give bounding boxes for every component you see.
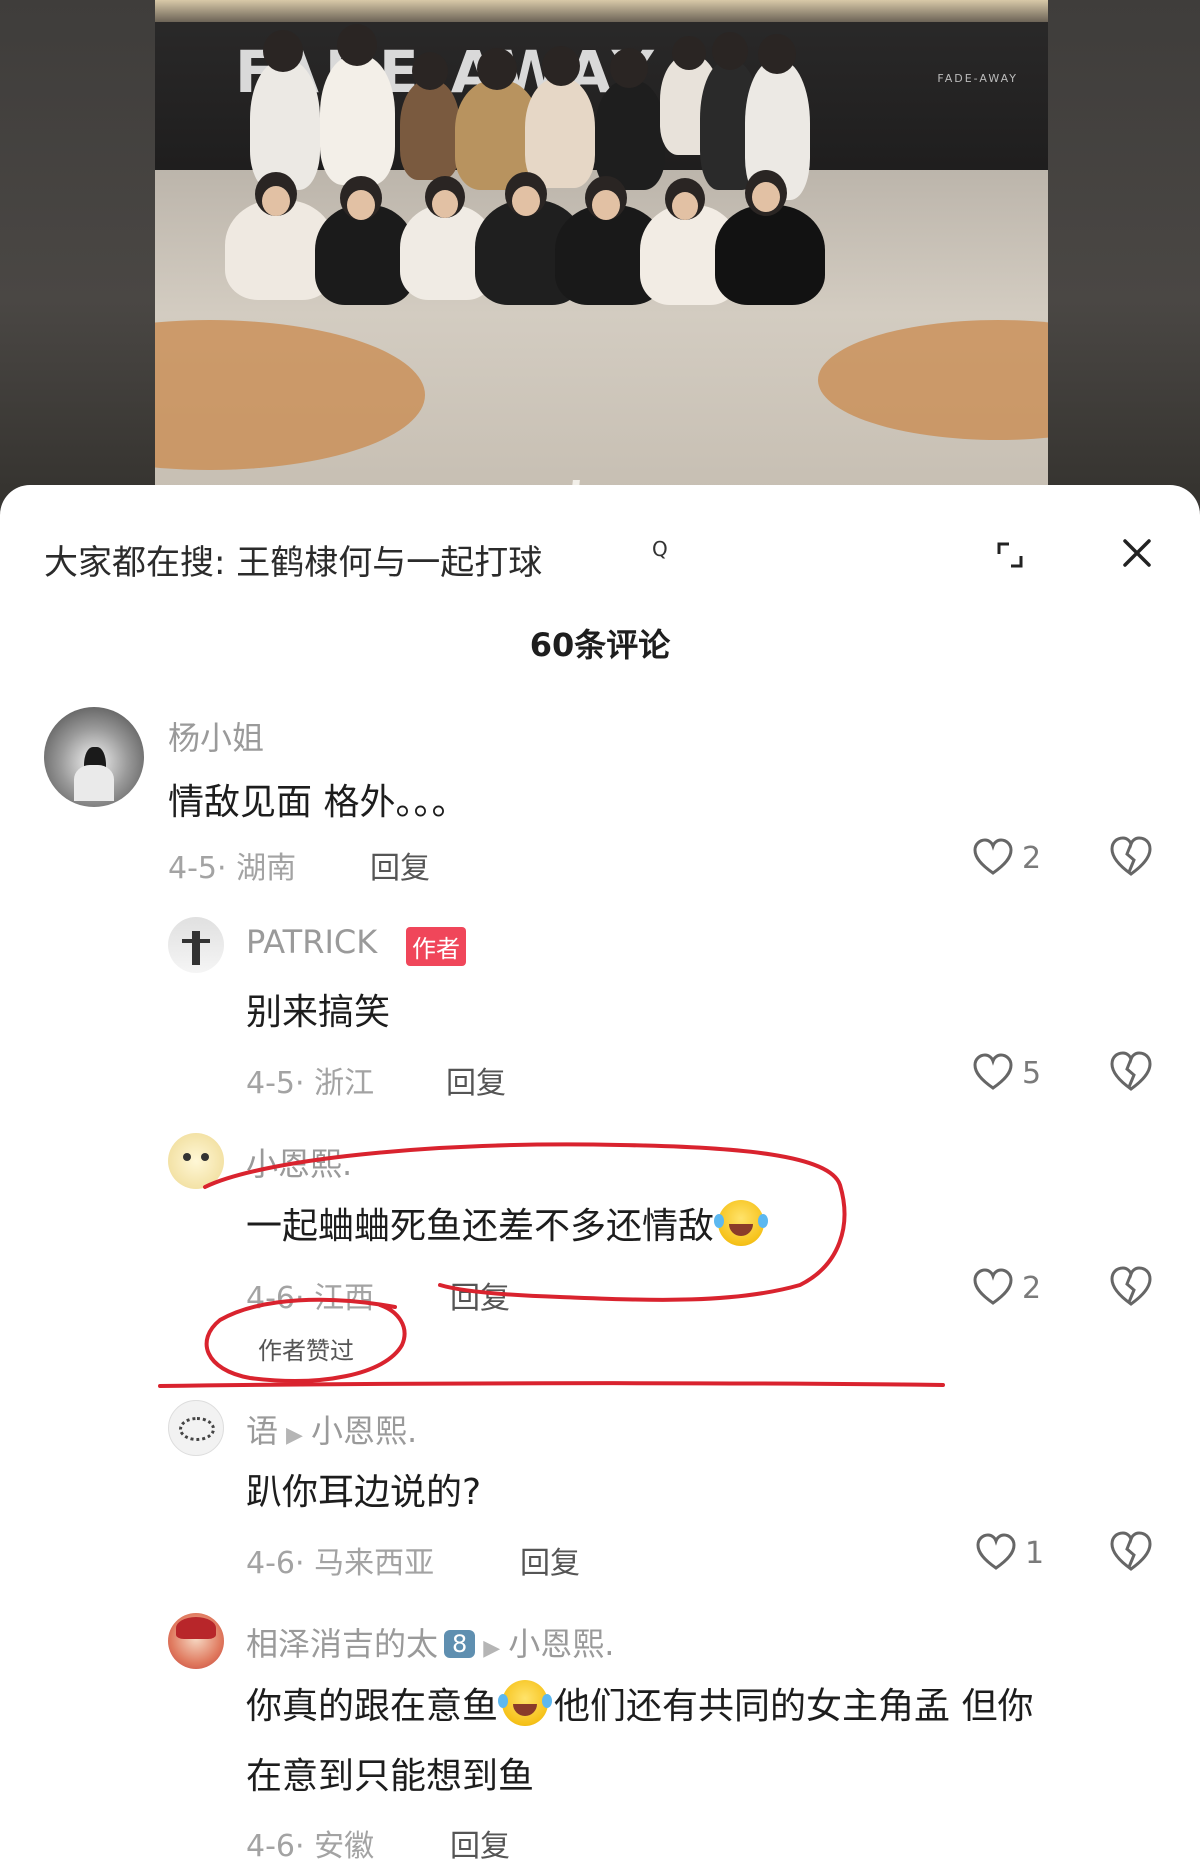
wall-logo-small: FADE-AWAY <box>937 72 1018 85</box>
avatar[interactable] <box>168 1613 224 1669</box>
comment-body: 情敌见面 格外。。。 <box>168 782 468 823</box>
reply-target-name[interactable]: 小恩熙. <box>508 1625 614 1663</box>
heart-icon <box>973 1268 1013 1305</box>
reply-arrow-icon: ▶ <box>483 1636 501 1661</box>
comment-author[interactable]: 小恩熙. <box>246 1139 352 1185</box>
like-button[interactable]: 2 <box>972 837 1041 879</box>
close-icon[interactable] <box>1117 533 1157 573</box>
avatar[interactable] <box>44 707 144 807</box>
avatar[interactable] <box>168 917 224 973</box>
like-count: 1 <box>1025 1535 1045 1571</box>
like-count: 2 <box>1022 1270 1042 1306</box>
reply-button[interactable]: 回复 <box>370 843 430 887</box>
comment-body: 一起蛐蛐死鱼还差不多还情敌 <box>246 1197 769 1249</box>
reply-author-name[interactable]: 语 <box>246 1412 278 1450</box>
comment-body-line2: 在意到只能想到鱼 <box>246 1756 535 1797</box>
comment-meta: 4-6· 马来西亚 <box>246 1546 435 1581</box>
reply-author-name[interactable]: 相泽消吉的太 <box>246 1625 438 1663</box>
level-badge: 8 <box>444 1630 476 1658</box>
court-arc-right <box>818 320 1048 440</box>
heart-icon <box>973 838 1013 875</box>
like-button[interactable]: 2 <box>972 1267 1041 1309</box>
comment-meta: 4-5· 浙江 <box>246 1066 375 1101</box>
expand-icon[interactable] <box>995 540 1025 570</box>
comment-meta: 4-6· 江西 <box>246 1281 375 1316</box>
like-button[interactable]: 5 <box>972 1052 1041 1094</box>
comment-body-text-a: 你真的跟在意鱼 <box>246 1686 499 1727</box>
heart-icon <box>973 1053 1013 1090</box>
reply-button[interactable]: 回复 <box>450 1273 510 1317</box>
reply-button[interactable]: 回复 <box>446 1058 506 1102</box>
author-tag: 作者 <box>406 927 466 966</box>
comment-body: 趴你耳边说的? <box>246 1472 482 1513</box>
comment-body: 别来搞笑 <box>246 992 391 1033</box>
comment-meta: 4-6· 安徽 <box>246 1829 375 1864</box>
comment-author[interactable]: PATRICK <box>246 923 377 961</box>
comment-author[interactable]: 语 ▶ 小恩熙. <box>246 1406 417 1452</box>
comment-body-text: 一起蛐蛐死鱼还差不多还情敌 <box>246 1206 715 1247</box>
broken-heart-icon[interactable] <box>1108 1529 1154 1575</box>
broken-heart-icon[interactable] <box>1108 1264 1154 1310</box>
like-count: 2 <box>1022 840 1042 876</box>
like-button[interactable]: 1 <box>975 1532 1044 1574</box>
comment-body-text-b: 他们还有共同的女主角孟 但你 <box>554 1686 1034 1727</box>
heart-icon <box>976 1533 1016 1570</box>
liked-by-author-tag: 作者赞过 <box>258 1337 354 1365</box>
broken-heart-icon[interactable] <box>1108 834 1154 880</box>
comment-author[interactable]: 相泽消吉的太 8 ▶ 小恩熙. <box>246 1619 614 1665</box>
comment-body: 你真的跟在意鱼 他们还有共同的女主角孟 但你 <box>246 1677 1033 1729</box>
comment-author[interactable]: 杨小姐 <box>168 713 264 759</box>
laughing-crying-emoji-icon <box>498 1680 553 1726</box>
reply-arrow-icon: ▶ <box>286 1423 303 1448</box>
avatar[interactable] <box>168 1400 224 1456</box>
comment-meta: 4-5· 湖南 <box>168 851 297 886</box>
reply-button[interactable]: 回复 <box>450 1821 510 1865</box>
reply-target-name[interactable]: 小恩熙. <box>311 1412 417 1450</box>
wall-light <box>155 0 1048 22</box>
video-frame[interactable]: FADE AWAY FADE-AWAY <box>155 0 1048 490</box>
comment-sheet: 大家都在搜: 王鹤棣何与一起打球 Q 60条评论 杨小姐 情敌见面 格外。。。 … <box>0 485 1200 1868</box>
search-icon[interactable]: Q <box>652 537 668 561</box>
search-suggestion[interactable]: 大家都在搜: 王鹤棣何与一起打球 <box>44 535 542 584</box>
reply-button[interactable]: 回复 <box>520 1538 580 1582</box>
court-arc-left <box>155 320 425 470</box>
sheet-header: 大家都在搜: 王鹤棣何与一起打球 Q <box>0 485 1200 595</box>
comment-count: 60条评论 <box>529 626 671 664</box>
avatar[interactable] <box>168 1133 224 1189</box>
broken-heart-icon[interactable] <box>1108 1049 1154 1095</box>
like-count: 5 <box>1022 1055 1042 1091</box>
laughing-crying-emoji-icon <box>714 1200 769 1246</box>
